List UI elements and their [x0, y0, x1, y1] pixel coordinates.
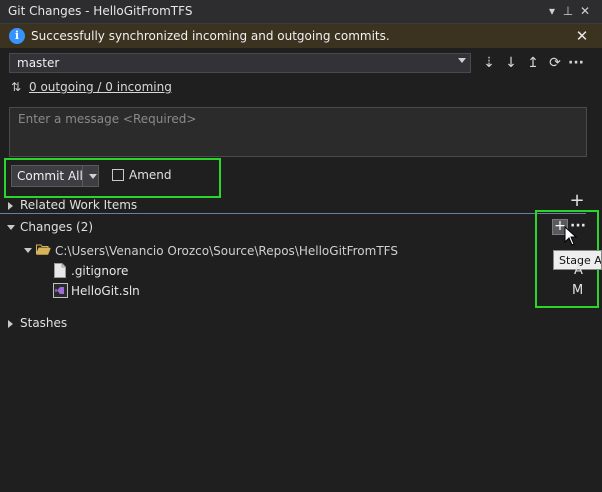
repo-folder-path[interactable]: C:\Users\Venancio Orozco\Source\Repos\He…	[55, 244, 398, 258]
changed-file-name[interactable]: HelloGit.sln	[71, 284, 140, 298]
chevron-down-icon	[458, 58, 466, 63]
commit-all-button[interactable]: Commit All	[11, 165, 99, 187]
chevron-right-icon[interactable]	[8, 202, 13, 210]
sync-info-message: Successfully synchronized incoming and o…	[31, 29, 390, 43]
info-icon: i	[9, 28, 25, 44]
branch-dropdown[interactable]: master	[9, 53, 471, 73]
pull-icon[interactable]: ↓	[502, 54, 520, 72]
commit-message-placeholder: Enter a message <Required>	[18, 112, 197, 126]
chevron-down-icon[interactable]	[24, 248, 32, 253]
branch-name: master	[17, 56, 60, 70]
commit-dropdown-chevron-icon[interactable]	[89, 174, 97, 179]
amend-label: Amend	[129, 168, 172, 182]
changes-header[interactable]: Changes (2)	[20, 220, 93, 234]
solution-file-icon	[53, 283, 68, 298]
fetch-icon[interactable]: ⇣	[480, 54, 498, 72]
add-work-item-plus-icon[interactable]: +	[569, 192, 585, 210]
outgoing-incoming-icon: ⇅	[11, 80, 22, 94]
close-icon[interactable]: ✕	[578, 3, 592, 19]
pin-icon[interactable]: ⊥	[561, 3, 575, 19]
commit-split-divider	[82, 166, 83, 186]
file-status-modified: M	[572, 283, 584, 298]
sync-icon[interactable]: ⟳	[546, 54, 564, 72]
outgoing-incoming-link[interactable]: 0 outgoing / 0 incoming	[29, 80, 172, 94]
chevron-right-icon[interactable]	[8, 320, 13, 328]
section-divider	[0, 213, 586, 214]
stashes-header[interactable]: Stashes	[20, 316, 67, 330]
more-options-icon[interactable]: ···	[567, 54, 585, 72]
file-status-added: A	[574, 263, 583, 278]
folder-open-icon	[36, 244, 51, 255]
amend-checkbox[interactable]	[112, 169, 124, 181]
chevron-down-icon[interactable]	[7, 225, 15, 230]
push-icon[interactable]: ↥	[524, 54, 542, 72]
file-icon	[54, 263, 66, 278]
related-work-items-header[interactable]: Related Work Items	[20, 198, 137, 212]
sync-info-bar: i Successfully synchronized incoming and…	[0, 24, 602, 48]
commit-message-input[interactable]: Enter a message <Required>	[9, 107, 587, 157]
window-title-bar: Git Changes - HelloGitFromTFS ▾ ⊥ ✕	[0, 0, 602, 24]
infobar-close-icon[interactable]: ✕	[574, 27, 590, 45]
commit-all-label: Commit All	[17, 169, 83, 183]
mouse-cursor-icon	[564, 226, 578, 246]
dropdown-arrow-icon[interactable]: ▾	[545, 3, 559, 19]
changed-file-name[interactable]: .gitignore	[71, 264, 128, 278]
window-title: Git Changes - HelloGitFromTFS	[8, 4, 193, 18]
